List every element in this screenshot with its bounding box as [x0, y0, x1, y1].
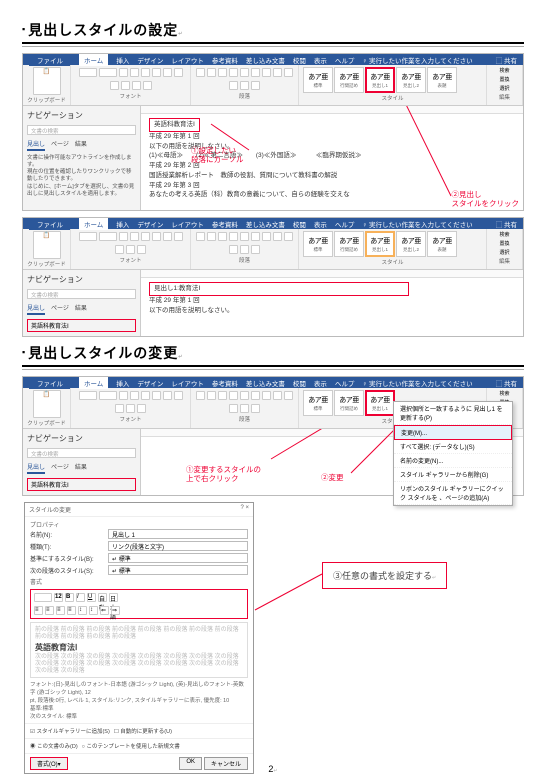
style-heading1-rightclick[interactable]: あア亜見出し1	[365, 390, 395, 416]
annotation-3: ①変更するスタイルの 上で右クリック	[186, 465, 261, 483]
dialog-title: スタイルの変更	[29, 505, 71, 514]
cm-update-to-match[interactable]: 選択個所と一致するように 見出し1 を更新する(P)	[394, 402, 512, 425]
dialog-close[interactable]: ? ×	[240, 505, 249, 514]
tab-home[interactable]: ホーム	[79, 54, 108, 66]
dlg-format-toolbar[interactable]: 12 BIU 自動 日本語 ≡≡≡≡ ↕↕ ⇐⇒	[30, 589, 248, 619]
tab-view[interactable]: 表示	[314, 55, 327, 65]
nav-tab-headings[interactable]: 見出し	[27, 139, 45, 151]
modify-style-dialog: スタイルの変更? × プロパティ 名前(N):見出し 1 種類(T):リンク(段…	[24, 502, 254, 774]
dlg-basedon-select[interactable]: ↵ 標準	[108, 553, 248, 563]
tab-design[interactable]: デザイン	[137, 55, 163, 65]
annotation-1: ①設定したい 段落にカーソル	[191, 146, 244, 164]
word-screenshot-3: ファイル ホーム 挿入 デザイン レイアウト 参考資料 差し込み文書 校閲 表示…	[22, 376, 524, 496]
nav-heading-item[interactable]: 英語科教育法Ⅰ	[27, 319, 136, 332]
tab-references[interactable]: 参考資料	[212, 55, 238, 65]
section-title-configure: 見出しスタイルの設定↵	[22, 20, 524, 44]
dlg-description: フォント:(日)-見出しのフォント-日本語 (游ゴシック Light), (英)…	[30, 680, 248, 720]
styles-gallery[interactable]: あア亜標準 あア亜行間詰め あア亜見出し1 あア亜見出し2 あア亜表題	[303, 67, 482, 93]
nav-search[interactable]: 文書の検索	[27, 125, 136, 135]
section-title-change: 見出しスタイルの変更↵	[22, 343, 524, 367]
style-heading2[interactable]: あア亜見出し2	[396, 67, 426, 93]
style-nolinespace[interactable]: あア亜行間詰め	[334, 67, 364, 93]
tell-me[interactable]: ♀ 実行したい作業を入力してください	[362, 55, 472, 65]
clipboard-group[interactable]: 📋	[27, 67, 66, 95]
word-screenshot-2: ファイル ホーム 挿入 デザイン レイアウト 参考資料 差し込み文書 校閲 表示…	[22, 217, 524, 337]
group-label-styles: スタイル	[303, 94, 482, 102]
dlg-next-select[interactable]: ↵ 標準	[108, 565, 248, 575]
dlg-type-select[interactable]: リンク(段落と文字)	[108, 541, 248, 551]
dlg-cancel-button[interactable]: キャンセル	[204, 757, 248, 770]
style-context-menu: 選択個所と一致するように 見出し1 を更新する(P) 変更(M)... すべて選…	[393, 401, 513, 506]
cm-rename[interactable]: 名前の変更(N)...	[394, 454, 512, 468]
paste-button[interactable]: 📋	[33, 67, 61, 95]
word-screenshot-1: ファイル ホーム 挿入 デザイン レイアウト 参考資料 差し込み文書 校閲 表示…	[22, 53, 524, 211]
paragraph-group[interactable]	[195, 67, 294, 91]
group-label-paragraph: 段落	[195, 92, 294, 100]
tab-mailings[interactable]: 差し込み文書	[246, 55, 285, 65]
dlg-radio-template[interactable]: ○ このテンプレートを使用した新規文書	[82, 742, 180, 750]
tab-help[interactable]: ヘルプ	[335, 55, 355, 65]
document-area[interactable]: 英語科教育法Ⅰ 平成 29 年第 1 回 以下の用語を説明しなさい。 (1)≪母…	[141, 106, 523, 210]
nav-title: ナビゲーション	[27, 110, 136, 121]
cm-select-all[interactable]: すべて選択: (データなし)(S)	[394, 440, 512, 454]
dlg-format-button[interactable]: 書式(O)▾	[30, 757, 68, 770]
dlg-chk-autoupdate[interactable]: ☐ 自動的に更新する(U)	[114, 727, 172, 735]
nav-tab-pages[interactable]: ページ	[51, 139, 69, 151]
group-label-font: フォント	[75, 92, 186, 100]
title-bar: ファイル ホーム 挿入 デザイン レイアウト 参考資料 差し込み文書 校閲 表示…	[23, 54, 523, 65]
cm-modify[interactable]: 変更(M)...	[394, 425, 512, 440]
page-number: 2↵	[268, 764, 277, 774]
nav-tab-results[interactable]: 結果	[75, 139, 87, 151]
style-heading1[interactable]: あア亜見出し1	[365, 67, 395, 93]
cm-remove-gallery[interactable]: スタイル ギャラリーから削除(G)	[394, 468, 512, 482]
style-title[interactable]: あア亜表題	[427, 67, 457, 93]
style-heading1-selected[interactable]: あア亜見出し1	[365, 231, 395, 257]
annotation-2: ②見出し スタイルをクリック	[452, 190, 520, 208]
dlg-ok-button[interactable]: OK	[179, 757, 202, 770]
tab-review[interactable]: 校閲	[293, 55, 306, 65]
nav-message: 文書に操作可能なアウトラインを作成します。 現在の位置を確認したりワンクリックで…	[27, 155, 136, 198]
dlg-name-input[interactable]: 見出し 1	[108, 529, 248, 539]
navigation-pane: ナビゲーション 文書の検索 見出し ページ 結果 文書に操作可能なアウトラインを…	[23, 106, 141, 210]
group-label-clipboard: クリップボード	[27, 96, 66, 104]
tab-file[interactable]: ファイル	[29, 54, 71, 66]
annotation-4: ②変更	[321, 473, 344, 482]
share-button[interactable]: ⬚ 共有	[496, 55, 517, 65]
dlg-chk-gallery[interactable]: ☑ スタイルギャラリーに追加(S)	[30, 727, 110, 735]
tab-layout[interactable]: レイアウト	[171, 55, 204, 65]
annotation-5: ③任意の書式を設定する↵	[322, 562, 447, 589]
dlg-radio-thisdoc[interactable]: ◉ この文書のみ(D)	[30, 742, 78, 750]
style-standard[interactable]: あア亜標準	[303, 67, 333, 93]
doc-heading-highlight: 英語科教育法Ⅰ	[149, 118, 200, 132]
tab-insert[interactable]: 挿入	[116, 55, 129, 65]
dlg-preview: 前の段落 前の段落 前の段落 前の段落 前の段落 前の段落 前の段落 前の段落 …	[30, 622, 248, 678]
font-group[interactable]	[75, 67, 186, 91]
editing-group[interactable]: 検索 置換 選択	[491, 67, 518, 92]
